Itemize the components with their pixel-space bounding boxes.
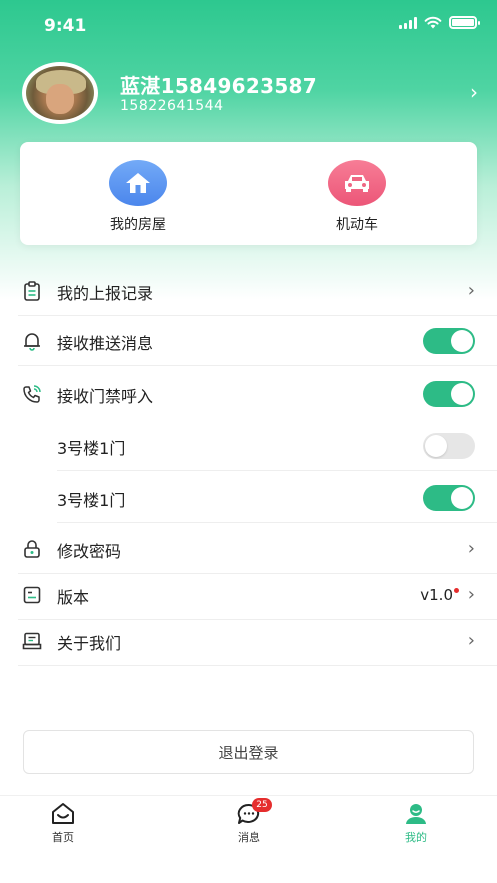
menu-item-version[interactable]: 版本 v1.0 › (18, 570, 497, 620)
lock-icon (24, 540, 40, 558)
wifi-icon (424, 16, 442, 29)
version-value: v1.0 (420, 586, 453, 604)
menu-label: 3号楼1门 (57, 491, 126, 510)
bell-icon (24, 333, 40, 351)
profile-name: 蓝湛15849623587 (120, 74, 317, 98)
avatar[interactable] (22, 62, 98, 124)
phone-call-icon (23, 385, 41, 403)
menu-item-push-messages: 接收推送消息 (18, 316, 497, 366)
tab-mine[interactable]: 我的 (376, 802, 456, 845)
door-2-toggle[interactable] (423, 485, 475, 511)
message-icon: 25 (236, 798, 272, 826)
chevron-right-icon: › (467, 280, 475, 301)
tab-label: 首页 (52, 831, 74, 844)
battery-icon (449, 16, 480, 29)
update-dot (454, 588, 459, 593)
messages-badge: 25 (252, 798, 272, 812)
quick-actions-card: 我的房屋 机动车 (20, 142, 477, 245)
logout-button[interactable]: 退出登录 (23, 730, 474, 774)
car-icon (328, 160, 386, 206)
menu-item-about[interactable]: 关于我们 › (18, 616, 497, 666)
vehicle-button[interactable]: 机动车 (297, 160, 417, 234)
menu-item-change-password[interactable]: 修改密码 › (18, 524, 497, 574)
signal-icon (399, 16, 417, 29)
chevron-right-icon: › (467, 538, 475, 559)
status-icons (399, 16, 480, 29)
chevron-right-icon[interactable]: › (470, 80, 478, 104)
clipboard-icon (24, 281, 40, 301)
home-icon (50, 802, 76, 826)
tab-bar: 首页 25 消息 我的 (0, 795, 497, 883)
door-1-toggle[interactable] (423, 433, 475, 459)
menu-label: 接收推送消息 (57, 334, 154, 353)
tab-label: 我的 (405, 831, 427, 844)
my-house-button[interactable]: 我的房屋 (78, 160, 198, 234)
menu-item-door-calls: 接收门禁呼入 (18, 369, 497, 419)
menu-label: 我的上报记录 (57, 284, 154, 303)
door-calls-toggle[interactable] (423, 381, 475, 407)
status-bar: 9:41 (0, 0, 497, 50)
menu-item-report-records[interactable]: 我的上报记录 › (18, 266, 497, 316)
status-time: 9:41 (44, 16, 87, 36)
menu-label: 3号楼1门 (57, 439, 126, 458)
profile-header[interactable]: 蓝湛15849623587 15822641544 › (20, 60, 480, 126)
tab-label: 消息 (238, 831, 260, 844)
my-house-label: 我的房屋 (110, 217, 166, 233)
menu-item-door-2: 3号楼1门 (57, 473, 497, 523)
tab-home[interactable]: 首页 (23, 802, 103, 845)
menu-label: 关于我们 (57, 634, 122, 653)
push-messages-toggle[interactable] (423, 328, 475, 354)
profile-phone: 15822641544 (120, 98, 224, 114)
house-icon (109, 160, 167, 206)
menu-item-door-1: 3号楼1门 (57, 421, 497, 471)
tab-messages[interactable]: 25 消息 (209, 798, 289, 845)
user-icon (403, 802, 429, 826)
menu-label: 接收门禁呼入 (57, 387, 154, 406)
menu-label: 版本 (57, 588, 90, 607)
chevron-right-icon: › (467, 630, 475, 651)
version-icon (23, 586, 41, 604)
menu-label: 修改密码 (57, 542, 122, 561)
about-icon (22, 632, 42, 650)
vehicle-label: 机动车 (336, 217, 378, 233)
chevron-right-icon: › (467, 584, 475, 605)
